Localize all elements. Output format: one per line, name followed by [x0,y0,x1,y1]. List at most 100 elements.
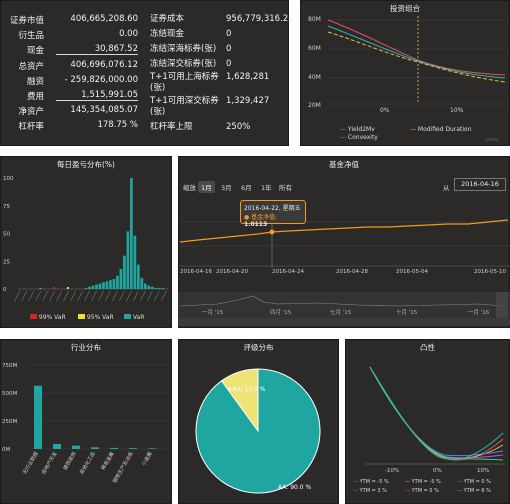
x-tick-mark [70,290,76,302]
y-tick: 500M [2,391,17,397]
tooltip-date: 2016-04-22, 星期五 [244,205,301,212]
industry-bar [110,447,118,449]
legend-ytm-0[interactable]: — YTM = 0 % [457,479,491,485]
industry-category-label: 稀有金属 [100,451,116,472]
summary-value: 0 [226,44,232,54]
ytm-0-line [369,366,504,461]
industry-panel: 行业分布 750M 500M 250M 0M 无行业数据 房地产开发 建筑装饰 其他化工品 稀有… [0,339,172,504]
legend-ytm-neg5[interactable]: — YTM = -5 % [353,479,389,485]
legend-ytm-6[interactable]: — YTM = 6 % [457,488,491,494]
x-tick-mark [84,290,90,302]
legend-ytm-3[interactable]: — YTM = 3 % [353,488,387,494]
y-tick: 750M [2,363,17,369]
nav-line [179,219,509,243]
histogram-bar [126,231,130,289]
x-tick-mark [105,290,111,302]
summary-label: 总资产 [18,61,44,72]
summary-label: 现金 [26,46,44,57]
y-tick: 50 [3,232,10,238]
industry-bar [129,448,137,449]
y-tick: 0M [2,447,10,453]
summary-value: 1,628,281 [226,72,270,82]
summary-label: 冻结现金 [150,29,185,39]
x-tick: 2016-04-16 [180,269,212,275]
x-tick: 0% [433,468,442,474]
summary-label: 冻结深海标券(张) [150,44,217,54]
summary-value: 1,329,427 [226,96,270,106]
rating-panel: 评级分布 AA: 90.0 % AAA: 10.0 % [178,339,339,504]
legend-convexity[interactable]: — Convexity [340,134,378,141]
x-tick: 2016-05-04 [396,269,428,275]
legend-95-var[interactable]: 95% VaR [78,314,114,321]
summary-label: 杠杆率 [18,122,44,133]
histogram-bar [157,287,161,289]
histogram-bar [109,280,112,289]
nav-point [269,229,275,235]
legend-99-var[interactable]: 99% VaR [30,314,66,321]
histogram-bar [98,283,102,289]
pie-label: AAA: 10.0 % [228,386,266,393]
x-tick-mark [49,290,55,302]
histogram-bar [137,264,140,289]
summary-value: 30,867.52 [56,44,138,56]
histogram-bar [119,269,123,289]
summary-label: T+1可用深交标券 (张) [150,96,219,117]
summary-value: - 259,826,000.00 [64,74,138,85]
var-marker [52,287,55,289]
x-tick-mark [28,290,34,302]
histogram-bar [116,275,119,289]
histogram-bar [102,282,105,289]
histogram-bar [147,285,151,289]
x-tick-mark [133,290,139,302]
navigator-scrollbar[interactable] [178,318,510,326]
histogram-bar [95,284,98,289]
x-tick: 2016-04-24 [272,269,304,275]
histogram-bar [112,279,116,289]
x-tick: 10% [450,107,464,114]
x-tick: 2016-04-28 [336,269,368,275]
industry-bar [148,448,156,449]
x-tick-mark [56,290,62,302]
x-tick-mark [98,290,104,302]
daily-pnl-panel: 每日盈亏分布(%) 100 75 50 25 0 99% VaR 95% VaR VaR [0,156,172,328]
tooltip-value: 1.0113 [244,221,268,228]
x-tick-mark [161,290,167,302]
histogram-bar [133,235,137,289]
legend-modified-duration[interactable]: — Modified Duration [410,126,472,133]
x-tick-mark [112,290,118,302]
x-tick-mark [147,290,153,302]
portfolio-chart: 0% 10% 80M 60M 40M 20M [308,16,506,114]
industry-category-label: 房地产开发 [40,451,59,476]
x-tick-mark [91,290,97,302]
industry-chart: 750M500M250M0M无行业数据 房地产开发 建筑装饰 其他化工品 稀有金属钢铁生… [2,363,168,484]
industry-bar [72,445,80,449]
summary-label: 衍生品 [18,31,44,42]
y-tick: 60M [308,45,321,52]
navigator-tick: 一月 '16 [468,309,490,316]
portfolio-panel: 投资组合 0% 10% 80M 60M 40M 20M — Yield2Mv —… [300,0,510,146]
x-tick-mark [42,290,48,302]
yield2mv-line [327,25,506,79]
legend-var[interactable]: VaR [124,314,144,321]
nav-chart: 2016-04-16 2016-04-20 2016-04-24 2016-04… [178,219,510,326]
summary-value: 406,665,208.60 [70,14,138,24]
industry-category-label: 无行业数据 [21,451,40,476]
y-tick: 100 [3,176,14,182]
histogram-bar [143,283,147,289]
ytm-neg5-line [369,366,504,460]
x-tick-mark [21,290,27,302]
y-tick: 20M [308,102,321,109]
legend-yield2mv[interactable]: — Yield2Mv [340,126,375,133]
legend-ytm-5[interactable]: — YTM = 5 % [405,488,439,494]
daily-pnl-chart: 100 75 50 25 0 [3,176,168,302]
histogram-bar [154,287,158,289]
legend-ytm-neg5-b[interactable]: — YTM = -5 % [405,479,441,485]
y-tick: 0 [3,287,7,293]
nav-panel: 基金净值 缩放 1月 3月 6月 1年 所有 从 2016-04-16 2016… [178,156,510,328]
histogram-bar [140,277,144,289]
navigator-selection [496,292,508,318]
summary-value: 250% [226,122,251,132]
summary-value: 0 [226,29,232,39]
summary-label: 冻结深交标券(张) [150,59,217,69]
navigator-tick: 十月 '15 [396,308,418,316]
